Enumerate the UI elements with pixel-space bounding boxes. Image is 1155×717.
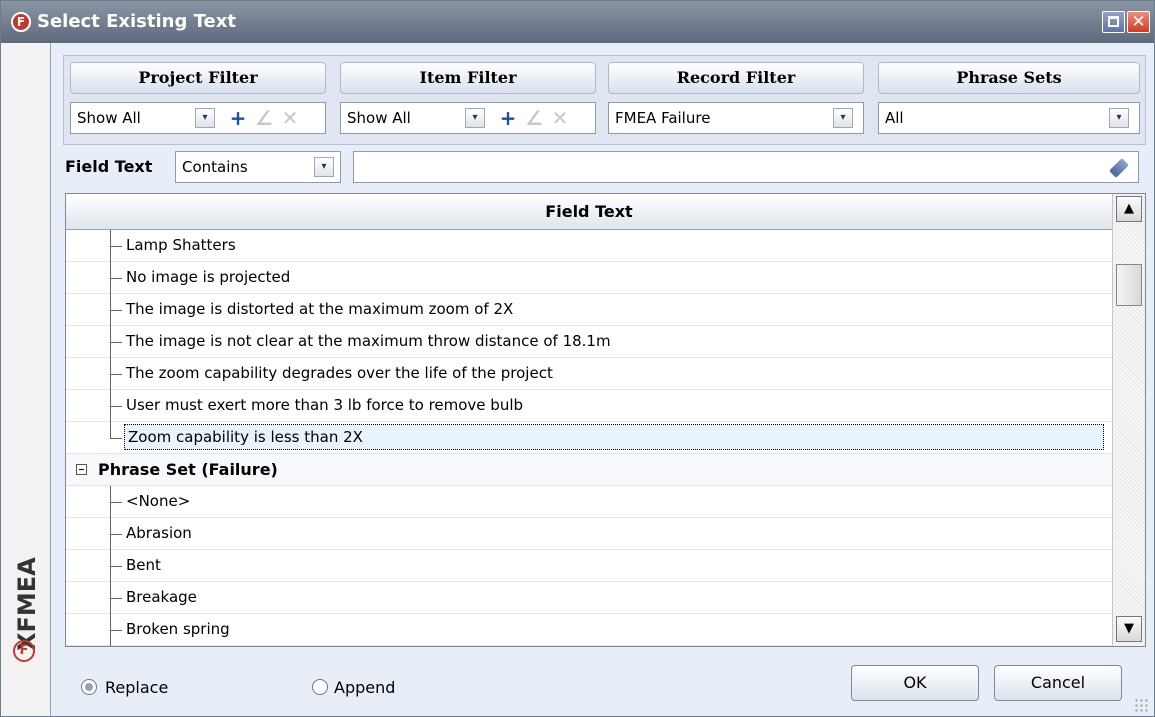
project-filter-combo[interactable]: Show All ▾ + ∠ ✕ <box>70 102 326 134</box>
replace-radio[interactable] <box>81 679 97 695</box>
group-row-phrase-set[interactable]: Phrase Set (Failure) <box>66 454 1112 486</box>
record-filter-value: FMEA Failure <box>615 109 711 127</box>
list-item-text: Broken spring <box>126 620 230 638</box>
list-item[interactable]: Bent <box>66 550 1112 582</box>
add-icon[interactable]: + <box>227 108 249 130</box>
item-filter-value: Show All <box>347 109 411 127</box>
list-item-text: Lamp Shatters <box>126 236 236 254</box>
brand-logo-icon: F <box>13 640 35 662</box>
list-item[interactable]: No image is projected <box>66 262 1112 294</box>
record-filter-combo[interactable]: FMEA Failure ▾ <box>608 102 864 134</box>
list-item[interactable]: The zoom capability degrades over the li… <box>66 358 1112 390</box>
list-item-text: User must exert more than 3 lb force to … <box>126 396 524 414</box>
window-title: Select Existing Text <box>37 11 236 32</box>
tree-line <box>110 502 122 503</box>
tree-line <box>110 566 122 567</box>
group-row-label: Phrase Set (Failure) <box>98 460 278 479</box>
tree-line <box>110 342 122 343</box>
select-existing-text-dialog: F Select Existing Text ✕ XFMEA F Project… <box>0 0 1155 717</box>
chevron-down-icon[interactable]: ▾ <box>1109 108 1129 128</box>
chevron-down-icon[interactable]: ▾ <box>465 108 485 128</box>
list-item[interactable]: User must exert more than 3 lb force to … <box>66 390 1112 422</box>
item-filter: Item Filter Show All ▾ + ∠ ✕ <box>340 62 596 142</box>
list-item-text: The zoom capability degrades over the li… <box>126 364 553 382</box>
collapse-icon[interactable] <box>76 464 87 475</box>
field-text-operator-combo[interactable]: Contains ▾ <box>175 151 341 183</box>
field-text-filter-row: Field Text Contains ▾ <box>63 149 1146 189</box>
replace-label[interactable]: Replace <box>105 678 168 697</box>
edit-icon[interactable]: ∠ <box>253 108 275 130</box>
phrase-sets-combo[interactable]: All ▾ <box>878 102 1140 134</box>
list-item[interactable]: Broken spring <box>66 614 1112 646</box>
phrase-sets-value: All <box>885 109 904 127</box>
grid-rows: Lamp Shatters No image is projected The … <box>66 230 1112 646</box>
ok-button[interactable]: OK <box>851 665 979 701</box>
list-item-selected[interactable]: Zoom capability is less than 2X <box>66 422 1112 454</box>
list-item-text: Zoom capability is less than 2X <box>124 424 1104 450</box>
chevron-down-icon[interactable]: ▾ <box>195 108 215 128</box>
project-filter-header: Project Filter <box>70 62 326 94</box>
record-filter-header: Record Filter <box>608 62 864 94</box>
chevron-down-icon[interactable]: ▾ <box>833 108 853 128</box>
edit-icon[interactable]: ∠ <box>523 108 545 130</box>
phrase-sets-filter: Phrase Sets All ▾ <box>878 62 1140 142</box>
eraser-icon[interactable] <box>1110 157 1132 177</box>
list-item[interactable]: Lamp Shatters <box>66 230 1112 262</box>
field-text-label: Field Text <box>65 157 153 176</box>
field-text-operator-value: Contains <box>182 158 248 176</box>
sidebar: XFMEA F <box>1 43 51 716</box>
append-radio[interactable] <box>312 679 328 695</box>
tree-line <box>110 246 122 247</box>
tree-line <box>110 278 122 279</box>
item-filter-combo[interactable]: Show All ▾ + ∠ ✕ <box>340 102 596 134</box>
add-icon[interactable]: + <box>497 108 519 130</box>
dialog-footer: Replace Append OK Cancel <box>51 649 1154 716</box>
list-item-text: The image is not clear at the maximum th… <box>126 332 611 350</box>
list-item-text: <None> <box>126 492 191 510</box>
list-item-text: Abrasion <box>126 524 192 542</box>
list-item-text: The image is distorted at the maximum zo… <box>126 300 514 318</box>
grid-column-header[interactable]: Field Text <box>66 194 1112 230</box>
list-item[interactable]: Breakage <box>66 582 1112 614</box>
list-item[interactable]: Abrasion <box>66 518 1112 550</box>
phrase-sets-header: Phrase Sets <box>878 62 1140 94</box>
delete-icon[interactable]: ✕ <box>279 108 301 130</box>
field-text-input[interactable] <box>353 151 1139 183</box>
tree-line <box>110 630 122 631</box>
append-label[interactable]: Append <box>334 678 395 697</box>
tree-line <box>110 422 111 438</box>
project-filter: Project Filter Show All ▾ + ∠ ✕ <box>70 62 326 142</box>
project-filter-value: Show All <box>77 109 141 127</box>
tree-line <box>110 406 122 407</box>
scroll-down-button[interactable]: ▼ <box>1116 616 1142 642</box>
scroll-up-button[interactable]: ▲ <box>1116 196 1142 222</box>
list-item[interactable]: The image is distorted at the maximum zo… <box>66 294 1112 326</box>
filter-bar: Project Filter Show All ▾ + ∠ ✕ Item Fil… <box>63 55 1146 145</box>
close-button[interactable]: ✕ <box>1127 11 1150 33</box>
list-item-text: Breakage <box>126 588 197 606</box>
chevron-down-icon[interactable]: ▾ <box>314 157 334 177</box>
list-item-text: Bent <box>126 556 161 574</box>
record-filter: Record Filter FMEA Failure ▾ <box>608 62 864 142</box>
title-bar: F Select Existing Text ✕ <box>1 1 1154 43</box>
list-item[interactable]: The image is not clear at the maximum th… <box>66 326 1112 358</box>
vertical-scrollbar[interactable]: ▲ ▼ <box>1112 194 1145 646</box>
tree-line <box>110 374 122 375</box>
delete-icon[interactable]: ✕ <box>549 108 571 130</box>
list-item-text: No image is projected <box>126 268 291 286</box>
brand-label: XFMEA <box>13 557 41 651</box>
scroll-thumb[interactable] <box>1116 264 1142 306</box>
tree-line <box>110 438 122 439</box>
item-filter-header: Item Filter <box>340 62 596 94</box>
resize-grip-icon[interactable] <box>1134 698 1148 712</box>
field-text-grid: Field Text Lamp Shatters No image is pro… <box>65 193 1146 647</box>
tree-line <box>110 534 122 535</box>
tree-line <box>110 598 122 599</box>
app-logo-icon: F <box>11 12 31 32</box>
maximize-button[interactable] <box>1102 11 1125 33</box>
cancel-button[interactable]: Cancel <box>994 665 1122 701</box>
tree-line <box>110 310 122 311</box>
list-item[interactable]: <None> <box>66 486 1112 518</box>
